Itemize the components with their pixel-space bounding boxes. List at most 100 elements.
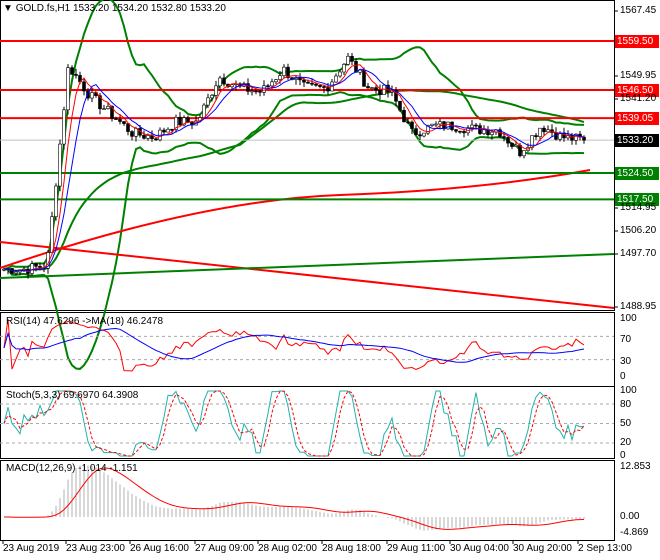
candle-body: [34, 263, 38, 267]
candle-body: [262, 85, 266, 93]
candle-body: [50, 216, 54, 253]
chart-canvas: [0, 0, 618, 544]
candle-body: [354, 60, 358, 73]
candle-body: [410, 121, 414, 129]
time-axis-label: 23 Aug 2019: [3, 543, 60, 554]
price-axis-label: 1497.70: [620, 248, 657, 259]
candle-body: [206, 97, 210, 106]
candle-body: [306, 81, 310, 84]
candle-body: [82, 81, 86, 92]
candle-body: [522, 150, 526, 157]
candle-body: [38, 265, 42, 268]
price-axis-label: 1541.20: [620, 93, 657, 104]
high-value: 1534.20: [111, 3, 149, 14]
candle-body: [102, 108, 106, 110]
candle-body: [350, 55, 354, 62]
macd-axis-label: 12.853: [620, 461, 651, 472]
candle-body: [374, 87, 378, 91]
candle-body: [170, 128, 174, 131]
candle-body: [546, 129, 550, 133]
candle-body: [258, 90, 262, 93]
stoch-axis-label: 80: [620, 399, 632, 410]
candle-body: [74, 74, 78, 76]
candle-body: [142, 134, 146, 139]
candle-body: [154, 138, 158, 141]
stoch-axis-label: 20: [620, 437, 632, 448]
candle-body: [282, 66, 286, 76]
candle-body: [114, 118, 118, 120]
candle-body: [398, 100, 402, 111]
candle-body: [502, 136, 506, 138]
candle-body: [90, 92, 94, 99]
symbol-dropdown[interactable]: ▼ GOLD.fs,H1 1533.20 1534.20 1532.80 153…: [3, 3, 226, 14]
price-tag-1533.20: 1533.20: [615, 134, 659, 148]
candle-body: [14, 271, 18, 274]
candle-body: [278, 75, 282, 80]
candle-body: [66, 67, 70, 111]
price-axis-label: 1549.95: [620, 70, 657, 81]
candle-body: [458, 130, 462, 133]
candle-body: [54, 185, 58, 218]
stoch-label: Stoch(5,3,3) 69.6970 64.3908: [6, 390, 139, 401]
candle-body: [58, 143, 62, 187]
candle-body: [222, 77, 226, 85]
candle-body: [334, 75, 338, 83]
candle-body: [70, 67, 74, 75]
candle-body: [30, 263, 34, 274]
candle-body: [346, 55, 350, 65]
candle-body: [490, 131, 494, 135]
candle-body: [162, 129, 166, 133]
candle-body: [534, 135, 538, 137]
time-axis-label: 29 Aug 11:00: [387, 543, 446, 554]
candle-body: [570, 134, 574, 141]
price-axis-label: 1567.45: [620, 5, 657, 16]
candle-body: [254, 90, 258, 93]
rsi-label: RSI(14) 47.6296 ->MA(18) 46.2478: [6, 316, 164, 327]
candle-body: [326, 87, 330, 92]
time-axis-label: 28 Aug 02:00: [258, 543, 317, 554]
stoch-axis-label: 100: [620, 385, 637, 396]
candle-body: [366, 86, 370, 89]
candle-body: [310, 82, 314, 85]
candle-body: [130, 131, 134, 137]
macd-axis-label: 0.00: [620, 511, 640, 522]
stoch-axis-label: 0: [620, 450, 626, 461]
candle-body: [510, 142, 514, 147]
symbol-label: GOLD.fs,H1: [15, 3, 71, 14]
candle-body: [202, 104, 206, 118]
price-tag-1539.05: 1539.05: [615, 112, 659, 126]
rsi-ma-line: [3, 327, 585, 363]
candle-body: [106, 106, 110, 109]
price-axis-label: 1506.20: [620, 225, 657, 236]
candle-body: [274, 79, 278, 83]
candle-body: [322, 86, 326, 88]
candle-body: [118, 119, 122, 122]
price-tag-1524.50: 1524.50: [615, 166, 659, 180]
rsi-axis-label: 100: [620, 313, 637, 324]
candle-body: [338, 71, 342, 77]
candle-body: [146, 135, 150, 139]
candle-body: [314, 83, 318, 86]
ma-red-slow: [0, 169, 591, 269]
ma-fast-blue: [3, 68, 585, 272]
candle-body: [434, 123, 438, 126]
candle-body: [122, 121, 126, 124]
candle-body: [414, 128, 418, 135]
candle-body: [342, 64, 346, 73]
candle-body: [542, 127, 546, 133]
low-value: 1532.80: [150, 3, 187, 14]
rsi-axis-label: 30: [620, 356, 632, 367]
rsi-axis-label: 0: [620, 371, 626, 382]
price-axis-label: 1488.95: [620, 301, 657, 312]
candle-body: [462, 131, 466, 134]
candle-body: [178, 116, 182, 126]
candle-body: [418, 134, 422, 137]
candle-body: [266, 85, 270, 88]
time-axis-label: 30 Aug 20:00: [513, 543, 572, 554]
close-value: 1533.20: [189, 3, 226, 14]
candle-body: [454, 129, 458, 132]
candle-body: [382, 84, 386, 95]
candle-body: [62, 109, 66, 145]
candle-body: [210, 94, 214, 99]
rsi-axis-label: 70: [620, 334, 632, 345]
